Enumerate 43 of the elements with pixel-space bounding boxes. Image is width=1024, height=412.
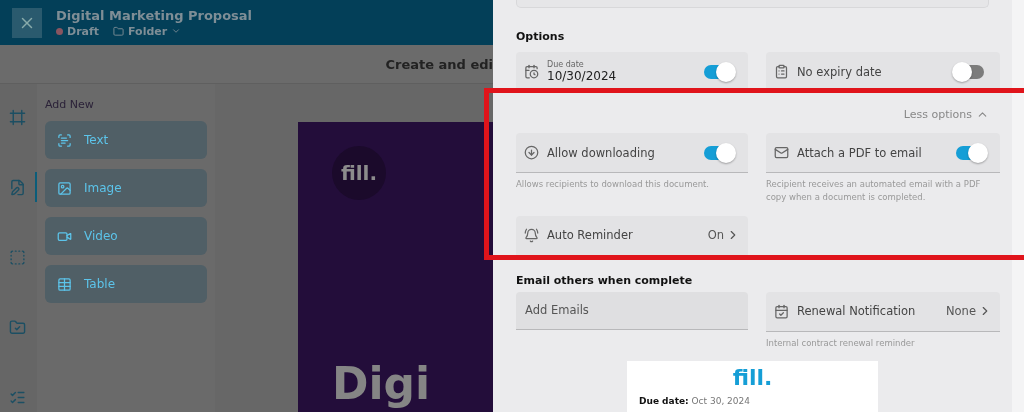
frame-icon — [9, 108, 26, 126]
folder-icon — [9, 318, 26, 336]
close-button[interactable] — [12, 7, 42, 38]
due-date-text: Due date: Oct 30, 2024 — [639, 396, 751, 407]
field-label: Due date — [547, 60, 585, 70]
status-label: Draft — [56, 24, 100, 38]
email-field[interactable]: Add Emails — [516, 291, 748, 330]
option-card[interactable]: Attach a PDF to email — [766, 133, 1000, 174]
option-card[interactable]: Auto Reminder On — [516, 215, 748, 256]
bell-icon — [524, 227, 539, 243]
option-card[interactable]: Allow downloading — [516, 133, 748, 174]
option-label: Attach a PDF to email — [797, 145, 923, 160]
option-value: None — [946, 304, 992, 319]
document-title: Digital Marketing Proposal — [56, 7, 253, 23]
hint-text: Recipient receives an automated email with a PDF copy when a document is completed. — [766, 178, 982, 204]
mail-icon — [774, 145, 789, 161]
page-heading: Create and edi — [385, 56, 493, 72]
scrollbar[interactable] — [1012, 0, 1024, 412]
hint-text: Internal contract renewal reminder — [766, 336, 916, 350]
option-label: Auto Reminder — [547, 228, 634, 243]
headline: Digi — [332, 359, 432, 410]
section-heading: Email others when complete — [516, 273, 694, 287]
document-icon — [9, 178, 26, 196]
option-card[interactable]: Renewal Notification None — [766, 291, 1000, 332]
option-value: On — [707, 228, 740, 243]
section-heading: Options — [516, 30, 566, 44]
text-icon — [57, 132, 72, 148]
logo: fill. — [732, 365, 773, 391]
calendar-icon — [774, 303, 789, 319]
download-icon — [524, 145, 539, 161]
section-title: Add New — [45, 98, 95, 111]
image-icon — [57, 180, 72, 196]
date-value: 10/30/2024 — [547, 69, 618, 84]
option-label: No expiry date — [797, 64, 883, 79]
calendar-icon — [524, 64, 539, 80]
option-label: Renewal Notification — [797, 304, 917, 319]
dots-icon — [9, 248, 26, 266]
logo: fill. — [332, 146, 386, 200]
clipboard-icon — [774, 64, 789, 80]
hint-text: Allows recipients to download this document. — [516, 178, 711, 191]
option-label: Allow downloading — [547, 145, 656, 160]
table-icon — [57, 276, 72, 292]
folder-icon — [113, 25, 125, 37]
